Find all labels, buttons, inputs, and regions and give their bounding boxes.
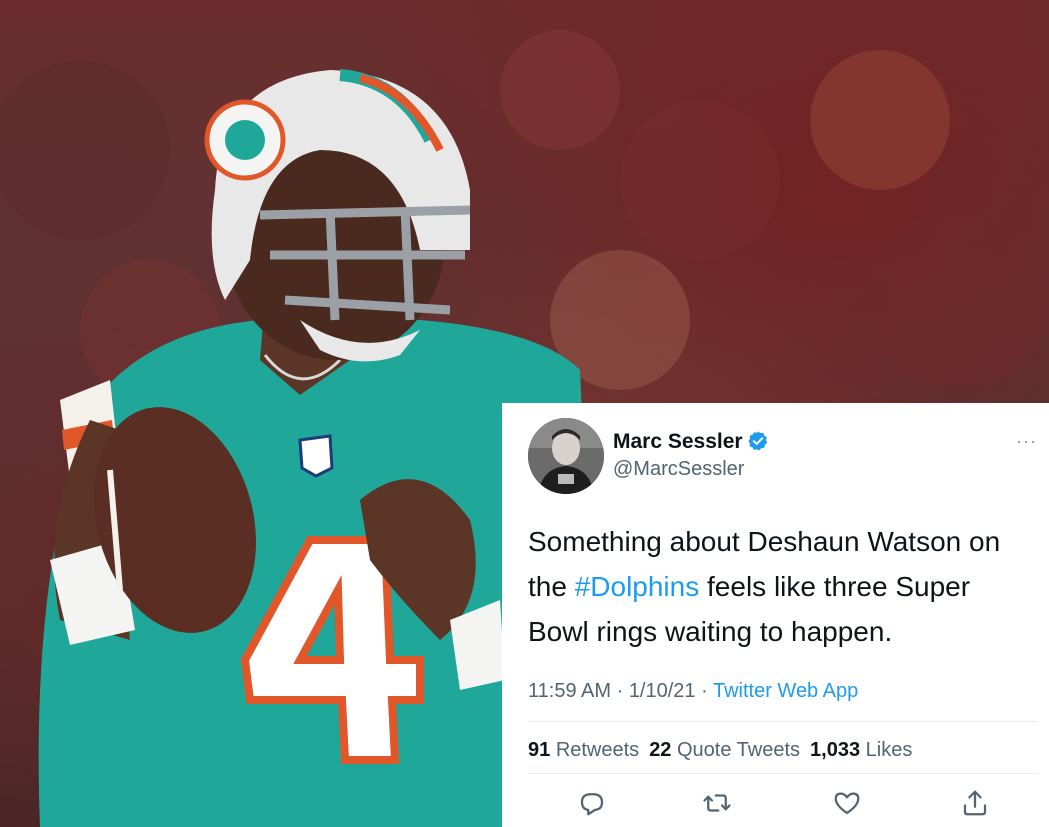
meta-separator: · — [695, 680, 713, 702]
display-name[interactable]: Marc Sessler — [613, 430, 743, 454]
tweet-time[interactable]: 11:59 AM — [528, 680, 611, 702]
retweets-label: Retweets — [555, 739, 640, 761]
hashtag-link[interactable]: #Dolphins — [575, 571, 700, 602]
tweet-stats: 91 Retweets 22 Quote Tweets 1,033 Likes — [528, 739, 912, 762]
quotes-stat[interactable]: 22 Quote Tweets — [649, 739, 800, 761]
likes-stat[interactable]: 1,033 Likes — [810, 739, 912, 761]
tweet-meta: 11:59 AM · 1/10/21 · Twitter Web App — [528, 680, 858, 703]
user-handle[interactable]: @MarcSessler — [613, 458, 744, 481]
tweet-text: Something about Deshaun Watson on the #D… — [528, 519, 1038, 654]
tweet-date[interactable]: 1/10/21 — [629, 680, 696, 702]
retweets-stat[interactable]: 91 Retweets — [528, 739, 639, 761]
likes-label: Likes — [865, 739, 913, 761]
retweets-count: 91 — [528, 739, 551, 761]
more-options-icon[interactable]: ··· — [1016, 431, 1037, 452]
share-icon[interactable] — [960, 788, 990, 818]
verified-badge-icon — [748, 431, 768, 451]
meta-separator: · — [611, 680, 629, 702]
like-icon[interactable] — [832, 788, 862, 818]
tweet-card[interactable]: Marc Sessler @MarcSessler ··· Something … — [502, 403, 1049, 827]
tweet-source-link[interactable]: Twitter Web App — [713, 680, 858, 702]
avatar-image — [528, 418, 604, 494]
divider — [528, 773, 1038, 774]
quotes-label: Quote Tweets — [677, 739, 801, 761]
divider — [528, 721, 1038, 722]
quotes-count: 22 — [649, 739, 672, 761]
tweet-actions — [502, 788, 1049, 827]
avatar[interactable] — [528, 418, 604, 494]
likes-count: 1,033 — [810, 739, 861, 761]
retweet-icon[interactable] — [702, 788, 732, 818]
reply-icon[interactable] — [577, 788, 607, 818]
